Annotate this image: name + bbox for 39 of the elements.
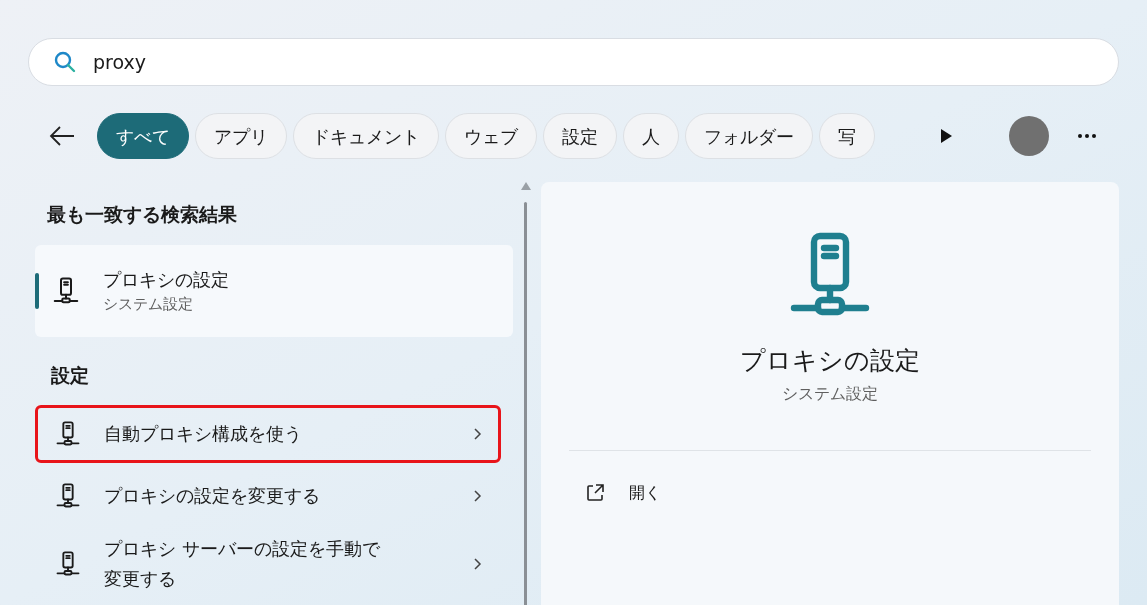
best-match-card[interactable]: プロキシの設定 システム設定 bbox=[35, 244, 513, 337]
result-title: プロキシの設定 bbox=[103, 267, 229, 292]
avatar[interactable] bbox=[1009, 116, 1049, 156]
result-label: プロキシ サーバーの設定を手動で変更する bbox=[104, 537, 381, 591]
search-icon bbox=[53, 50, 77, 74]
chevron-icon bbox=[472, 557, 482, 571]
chevron-icon bbox=[472, 489, 482, 503]
filter-tab[interactable]: すべて bbox=[97, 113, 189, 159]
scrollbar-thumb[interactable] bbox=[524, 202, 527, 605]
section-heading: 最も一致する検索結果 bbox=[47, 202, 238, 227]
server-icon bbox=[51, 275, 81, 306]
settings-result[interactable]: プロキシ サーバーの設定を手動で変更する bbox=[35, 529, 501, 599]
search-text: proxy bbox=[93, 49, 146, 75]
filter-tab[interactable]: フォルダー bbox=[685, 113, 813, 159]
server-icon bbox=[54, 482, 82, 510]
preview-title: プロキシの設定 bbox=[740, 345, 920, 377]
settings-result[interactable]: 自動プロキシ構成を使う bbox=[35, 405, 501, 463]
filter-tab[interactable]: ウェブ bbox=[445, 113, 537, 159]
filter-tab[interactable]: 人 bbox=[623, 113, 679, 159]
preview-subtitle: システム設定 bbox=[782, 382, 878, 405]
server-icon bbox=[54, 420, 82, 448]
back-arrow-icon[interactable] bbox=[48, 124, 76, 148]
chevron-icon bbox=[472, 427, 482, 441]
play-icon[interactable] bbox=[939, 128, 953, 144]
open-external-icon bbox=[585, 482, 605, 503]
filter-tab[interactable]: 設定 bbox=[543, 113, 617, 159]
section-heading: 設定 bbox=[51, 362, 90, 388]
settings-result[interactable]: プロキシの設定を変更する bbox=[35, 467, 501, 525]
search-field[interactable]: proxy bbox=[28, 38, 1119, 86]
open-action[interactable]: 開く bbox=[569, 472, 1091, 513]
result-label: 自動プロキシ構成を使う bbox=[104, 422, 303, 446]
filter-tab[interactable]: 写 bbox=[819, 113, 875, 159]
filter-tab[interactable]: アプリ bbox=[195, 113, 287, 159]
more-icon[interactable] bbox=[1077, 133, 1097, 139]
selection-indicator bbox=[35, 272, 39, 309]
result-subtitle: システム設定 bbox=[103, 293, 194, 315]
result-label: プロキシの設定を変更する bbox=[104, 484, 321, 508]
filter-tab[interactable]: ドキュメント bbox=[293, 113, 439, 159]
server-icon bbox=[54, 550, 82, 578]
